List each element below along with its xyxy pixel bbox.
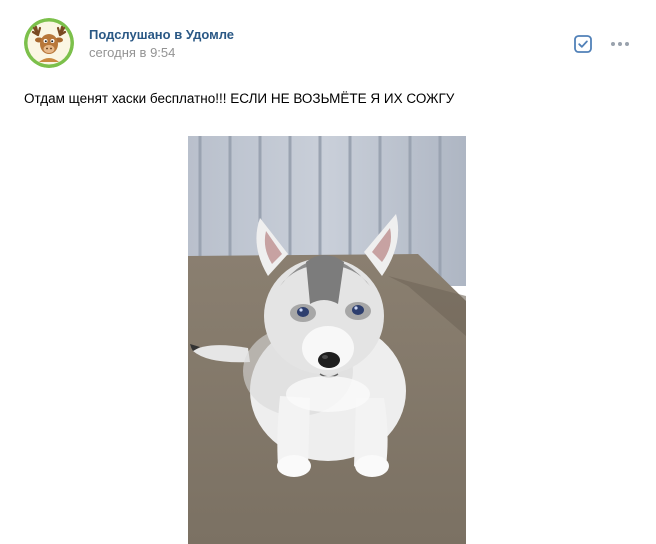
post-photo[interactable] (188, 136, 466, 544)
post-card: Подслушано в Удомле сегодня в 9:54 Отдам… (0, 0, 656, 544)
moose-avatar-icon (24, 18, 74, 68)
community-avatar[interactable] (24, 18, 74, 68)
post-timestamp[interactable]: сегодня в 9:54 (89, 45, 175, 60)
post-text: Отдам щенят хаски бесплатно!!! ЕСЛИ НЕ В… (24, 91, 455, 106)
community-name-link[interactable]: Подслушано в Удомле (89, 27, 234, 42)
more-options-icon[interactable] (609, 34, 631, 54)
check-icon[interactable] (573, 34, 593, 54)
